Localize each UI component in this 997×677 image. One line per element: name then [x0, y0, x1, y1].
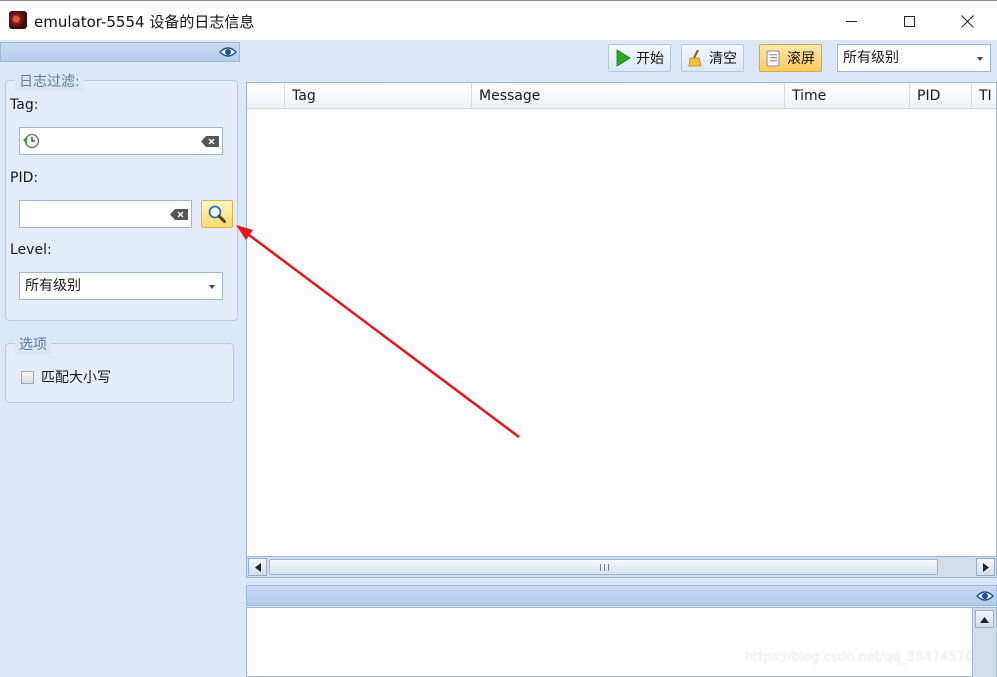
scrollbar-thumb[interactable]	[269, 559, 938, 575]
chevron-down-icon	[977, 57, 983, 61]
column-header-time[interactable]: Time	[785, 83, 910, 109]
match-case-checkbox[interactable]	[21, 371, 34, 384]
chevron-down-icon	[209, 285, 215, 289]
toolbar-level-value: 所有级别	[843, 50, 899, 66]
play-icon	[616, 49, 631, 67]
client-area: 日志过滤: Tag: PID: Level: 所有级别 选项 匹配大小写 开始 …	[0, 40, 997, 677]
level-select-value: 所有级别	[25, 278, 81, 294]
eye-icon[interactable]	[976, 590, 994, 602]
arrow-left-icon	[254, 562, 261, 572]
minimize-icon	[845, 20, 857, 22]
log-filter-group: 日志过滤: Tag: PID: Level: 所有级别	[5, 71, 238, 321]
scroll-label: 滚屏	[787, 51, 815, 67]
eye-icon[interactable]	[219, 46, 237, 58]
pid-input[interactable]	[19, 200, 192, 228]
detail-panel-header[interactable]	[246, 585, 997, 606]
tag-input[interactable]	[19, 127, 223, 155]
scroll-document-icon	[766, 50, 780, 67]
pid-search-button[interactable]	[201, 200, 233, 228]
log-table[interactable]: Tag Message Time PID TI	[246, 82, 997, 578]
tag-history-icon	[23, 133, 40, 149]
horizontal-scrollbar[interactable]	[246, 556, 997, 578]
tag-label: Tag:	[10, 97, 39, 113]
match-case-label[interactable]: 匹配大小写	[41, 367, 111, 387]
clear-tag-icon[interactable]	[201, 136, 219, 147]
grip-icon	[600, 564, 609, 571]
clear-pid-icon[interactable]	[170, 209, 188, 220]
search-icon	[208, 205, 226, 223]
scroll-right-button[interactable]	[976, 558, 995, 576]
column-header-pid[interactable]: PID	[910, 83, 972, 109]
table-header: Tag Message Time PID TI	[247, 83, 996, 109]
column-header-indicator[interactable]	[247, 83, 285, 109]
arrow-right-icon	[982, 562, 989, 572]
level-label: Level:	[10, 242, 52, 258]
clear-label: 清空	[709, 51, 737, 67]
app-icon	[9, 11, 27, 29]
watermark: https://blog.csdn.net/qq_38474570	[745, 650, 974, 665]
arrow-up-icon	[980, 616, 989, 623]
close-button[interactable]	[938, 1, 996, 41]
maximize-icon	[903, 15, 915, 27]
scroll-left-button[interactable]	[248, 558, 267, 576]
close-icon	[961, 15, 974, 28]
column-header-tag[interactable]: Tag	[285, 83, 472, 109]
column-header-tid[interactable]: TI	[972, 83, 997, 109]
log-filter-legend: 日志过滤:	[15, 71, 84, 91]
scroll-button[interactable]: 滚屏	[759, 44, 822, 72]
options-group: 选项 匹配大小写	[5, 334, 234, 403]
broom-icon	[688, 49, 702, 67]
level-select[interactable]: 所有级别	[19, 272, 223, 300]
toolbar-level-select[interactable]: 所有级别	[837, 44, 991, 72]
vertical-scrollbar[interactable]	[972, 608, 996, 677]
window-title: emulator-5554 设备的日志信息	[34, 13, 255, 31]
detail-panel[interactable]	[246, 607, 997, 677]
minimize-button[interactable]	[822, 1, 880, 41]
maximize-button[interactable]	[880, 1, 938, 41]
title-bar: emulator-5554 设备的日志信息	[0, 0, 997, 40]
column-header-message[interactable]: Message	[472, 83, 785, 109]
filter-panel-header[interactable]	[0, 42, 240, 62]
options-legend: 选项	[15, 334, 51, 354]
pid-label: PID:	[10, 170, 39, 186]
start-label: 开始	[636, 51, 664, 67]
scroll-up-button[interactable]	[975, 610, 994, 628]
start-button[interactable]: 开始	[608, 44, 671, 72]
clear-button[interactable]: 清空	[681, 44, 744, 72]
